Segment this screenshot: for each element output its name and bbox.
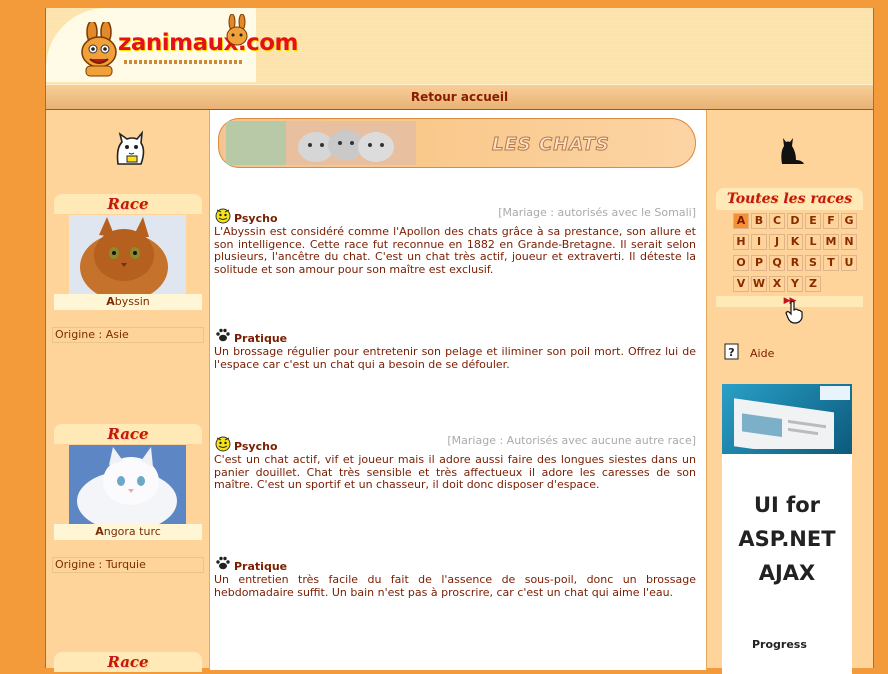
angora-turc-photo: [69, 445, 186, 524]
letter-z[interactable]: Z: [805, 276, 821, 292]
nav-bar: Retour accueil: [46, 84, 873, 110]
les-chats-banner: LES CHATS: [218, 118, 696, 168]
entry-psycho: Psycho [Mariage : autorisés avec le Soma…: [214, 206, 700, 276]
letter-r[interactable]: R: [787, 255, 803, 271]
entry-text: Un entretien très facile du fait de l'as…: [214, 573, 696, 599]
letter-t[interactable]: T: [823, 255, 839, 271]
entry-text: Un brossage régulier pour entretenir son…: [214, 345, 696, 371]
letter-x[interactable]: X: [769, 276, 785, 292]
race-name[interactable]: Angora turc: [54, 524, 202, 540]
mariage-note: [Mariage : autorisés avec le Somali]: [498, 206, 696, 219]
logo-text: zanimaux.com: [118, 30, 299, 56]
letter-f[interactable]: F: [823, 213, 839, 229]
paw-icon: [216, 328, 230, 342]
entry-text: L'Abyssin est considéré comme l'Apollon …: [214, 225, 696, 276]
letter-q[interactable]: Q: [769, 255, 785, 271]
cat-cartoon-icon: [116, 130, 145, 165]
letter-l[interactable]: L: [805, 234, 821, 250]
help-icon: ?: [724, 343, 739, 360]
ad-screenshot-icon: [734, 398, 834, 449]
race-card-angora-turc[interactable]: Race Angora turc: [54, 424, 202, 542]
letter-k[interactable]: K: [787, 234, 803, 250]
alphabet-index: Toutes les races ABCDEFG HIJKLMN OPQRSTU VW…: [716, 188, 863, 310]
entry-pratique: Pratique Un brossage régulier pour entre…: [214, 328, 700, 371]
ad-headline[interactable]: UI for ASP.NET AJAX: [722, 488, 852, 590]
letter-i[interactable]: I: [751, 234, 767, 250]
race-card-abyssin[interactable]: Race Abyssin: [54, 194, 202, 312]
letter-n[interactable]: N: [841, 234, 857, 250]
adchoices-icon[interactable]: [820, 386, 850, 400]
letter-a[interactable]: A: [733, 213, 749, 229]
entry-title: Pratique: [234, 560, 288, 573]
race-title: Race: [54, 424, 202, 444]
letter-c[interactable]: C: [769, 213, 785, 229]
entry-title: Psycho: [234, 440, 278, 453]
advertisement[interactable]: UI for ASP.NET AJAX Progress: [722, 384, 852, 674]
help-label: Aide: [750, 347, 775, 360]
small-rabbit-icon: [226, 14, 248, 46]
site-logo[interactable]: zanimaux.com: [74, 14, 299, 78]
psycho-icon: [215, 436, 231, 452]
letter-w[interactable]: W: [751, 276, 767, 292]
letter-u[interactable]: U: [841, 255, 857, 271]
entry-title: Psycho: [234, 212, 278, 225]
left-column: Race Abyssin Origine : Asie Race Angora …: [46, 110, 209, 672]
entry-title: Pratique: [234, 332, 288, 345]
letter-v[interactable]: V: [733, 276, 749, 292]
svg-text:?: ?: [728, 346, 734, 359]
letter-e[interactable]: E: [805, 213, 821, 229]
letter-h[interactable]: H: [733, 234, 749, 250]
home-link[interactable]: Retour accueil: [411, 90, 508, 104]
rabbit-mascot-icon: [81, 22, 117, 77]
banner-title: LES CHATS: [492, 134, 610, 156]
race-card[interactable]: Race: [54, 652, 202, 672]
letter-o[interactable]: O: [733, 255, 749, 271]
ad-brand: Progress: [752, 638, 807, 651]
letter-g[interactable]: G: [841, 213, 857, 229]
paw-icon: [216, 556, 230, 570]
entry-text: C'est un chat actif, vif et joueur mais …: [214, 453, 696, 491]
race-origin: Origine : Asie: [52, 327, 204, 343]
logo-underline: [124, 60, 242, 64]
letter-j[interactable]: J: [769, 234, 785, 250]
hand-cursor-icon: [785, 300, 803, 324]
kittens-photo: [226, 121, 416, 165]
abyssin-photo: [69, 215, 186, 294]
alphabet-title: Toutes les races: [716, 188, 863, 210]
letter-y[interactable]: Y: [787, 276, 803, 292]
black-cat-icon: [781, 138, 804, 164]
letter-d[interactable]: D: [787, 213, 803, 229]
letter-b[interactable]: B: [751, 213, 767, 229]
race-origin: Origine : Turquie: [52, 557, 204, 573]
header: zanimaux.com: [46, 8, 873, 85]
psycho-icon: [215, 208, 231, 224]
letter-s[interactable]: S: [805, 255, 821, 271]
mariage-note: [Mariage : Autorisés avec aucune autre r…: [447, 434, 696, 447]
letter-p[interactable]: P: [751, 255, 767, 271]
entry-pratique: Pratique Un entretien très facile du fai…: [214, 556, 700, 599]
help-link[interactable]: ? Aide: [724, 343, 844, 361]
right-column: Toutes les races ABCDEFG HIJKLMN OPQRSTU VW…: [706, 110, 873, 674]
letter-m[interactable]: M: [823, 234, 839, 250]
page-frame: zanimaux.com Retour accueil Race Abyssin…: [45, 8, 874, 674]
race-title: Race: [54, 194, 202, 214]
main-content: LES CHATS Psycho [Mariage : autorisés av…: [209, 110, 707, 670]
letter-grid: ABCDEFG HIJKLMN OPQRSTU VWXYZ: [732, 212, 872, 296]
race-title: Race: [54, 652, 202, 672]
entry-psycho: Psycho [Mariage : Autorisés avec aucune …: [214, 434, 700, 492]
race-name[interactable]: Abyssin: [54, 294, 202, 310]
